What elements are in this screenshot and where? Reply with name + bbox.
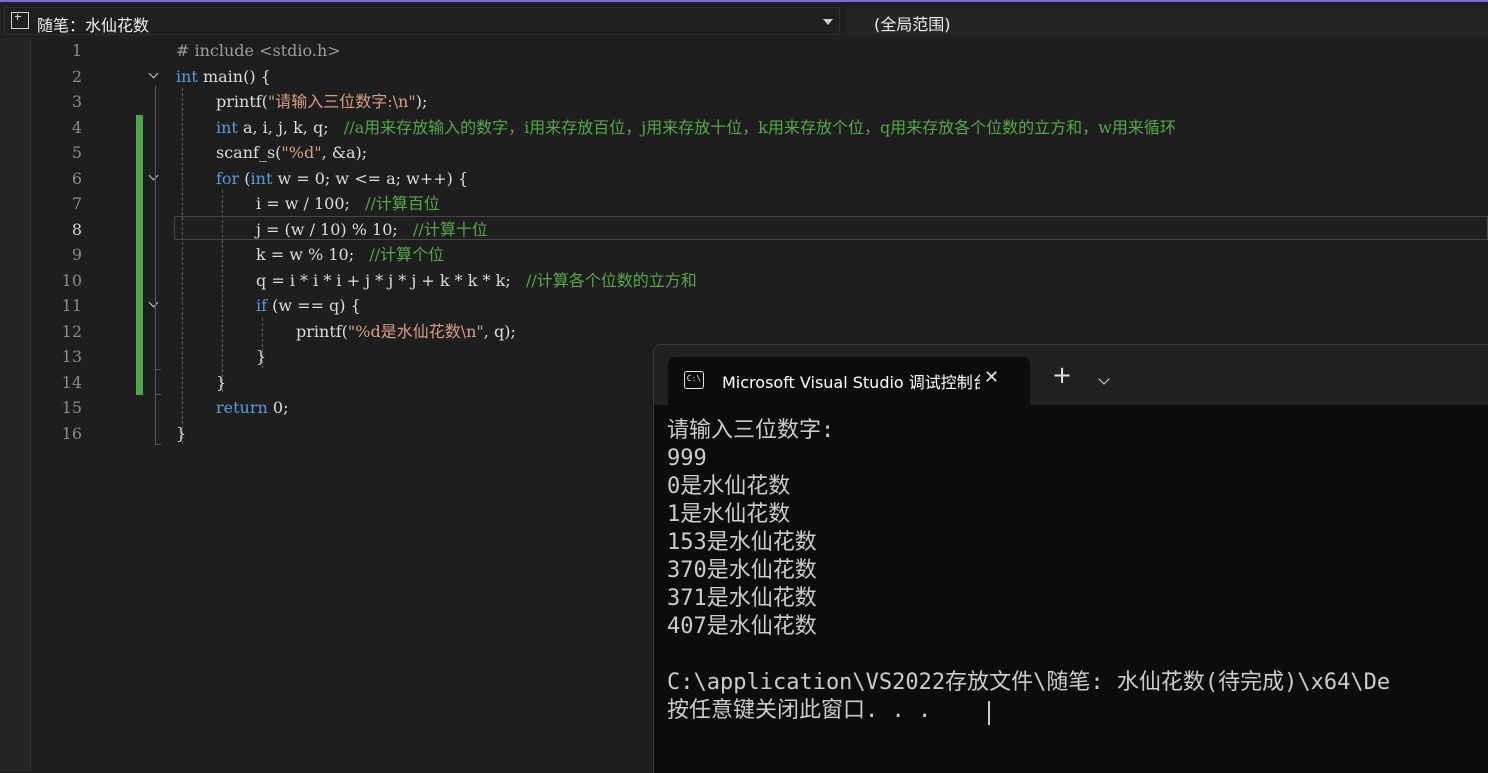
- text-cursor: [988, 701, 990, 725]
- code-text: w = 0; w <= a; w++) {: [272, 168, 469, 188]
- code-line-3[interactable]: printf("请输入三位数字:\n");: [216, 89, 427, 115]
- code-text: main() {: [197, 66, 271, 86]
- code-line-5[interactable]: scanf_s("%d", &a);: [216, 140, 367, 166]
- line-number: 11: [61, 296, 82, 315]
- string-literal: "%d": [281, 143, 322, 162]
- fold-region-end: [155, 369, 161, 370]
- code-text: printf(: [296, 321, 348, 341]
- tab-title: Microsoft Visual Studio 调试控制台: [722, 373, 980, 392]
- string-literal: "请输入三位数字:\n": [267, 92, 416, 111]
- line-number: 7: [71, 194, 82, 213]
- code-text: k = w % 10;: [256, 245, 370, 264]
- line-number: 12: [61, 321, 82, 341]
- line-number-current: 8: [71, 219, 82, 239]
- code-line-7[interactable]: i = w / 100; //计算百位: [256, 191, 440, 217]
- console-output-line: 153是水仙花数: [667, 530, 817, 555]
- code-line-13[interactable]: }: [256, 344, 266, 370]
- fold-region-end: [155, 394, 161, 395]
- code-line-16[interactable]: }: [176, 421, 186, 447]
- change-indicator-bar: [136, 115, 143, 395]
- line-number: 4: [71, 117, 82, 137]
- keyword: int: [216, 117, 238, 137]
- fold-toggle-icon[interactable]: [148, 299, 160, 311]
- console-output-line: 按任意键关闭此窗口. . .: [667, 698, 932, 723]
- chevron-down-icon[interactable]: [823, 19, 833, 25]
- line-number: 3: [71, 92, 82, 111]
- navigation-bar: 随笔：水仙花数 (全局范围): [0, 0, 1488, 38]
- line-number: 2: [71, 66, 82, 86]
- code-text: a, i, j, k, q;: [237, 117, 344, 137]
- code-text: 0;: [267, 398, 289, 417]
- string-literal: "%d是水仙花数\n": [347, 321, 484, 341]
- preprocessor-directive: # include <stdio.h>: [176, 41, 341, 60]
- line-number: 5: [71, 143, 82, 162]
- line-number: 13: [61, 347, 82, 366]
- code-text: printf(: [216, 92, 268, 111]
- comment: //计算各个位数的立方和: [525, 270, 697, 290]
- keyword: for: [216, 168, 240, 188]
- code-text: , q);: [483, 321, 516, 341]
- terminal-tab[interactable]: C:\ Microsoft Visual Studio 调试控制台 ✕: [668, 357, 1030, 405]
- code-line-15[interactable]: return 0;: [216, 395, 288, 421]
- console-output-line: 请输入三位数字:: [667, 418, 835, 443]
- code-text: q = i * i * i + j * j * j + k * k * k;: [256, 270, 526, 290]
- code-line-8[interactable]: j = (w / 10) % 10; //计算十位: [256, 217, 488, 243]
- comment: //计算百位: [365, 194, 440, 213]
- comment: //a用来存放输入的数字，i用来存放百位，j用来存放十位，k用来存放个位，q用来…: [343, 117, 1176, 137]
- line-number: 16: [61, 423, 82, 443]
- code-line-2[interactable]: int main() {: [176, 64, 271, 90]
- terminal-tab-bar: C:\ Microsoft Visual Studio 调试控制台 ✕ +: [654, 345, 1488, 405]
- editor-margin: [0, 38, 31, 772]
- code-text: scanf_s(: [216, 143, 282, 162]
- code-text: (w == q) {: [267, 296, 361, 315]
- code-text: j = (w / 10) % 10;: [256, 219, 414, 239]
- code-line-6[interactable]: for (int w = 0; w <= a; w++) {: [216, 166, 468, 192]
- code-line-11[interactable]: if (w == q) {: [256, 293, 361, 319]
- fold-region-line: [155, 86, 156, 445]
- code-line-1[interactable]: # include <stdio.h>: [176, 38, 341, 64]
- code-line-4[interactable]: int a, i, j, k, q; //a用来存放输入的数字，i用来存放百位，…: [216, 115, 1176, 141]
- file-scope-dropdown[interactable]: 随笔：水仙花数: [4, 7, 840, 35]
- scope-icon: [11, 12, 29, 29]
- code-text: i = w / 100;: [256, 194, 366, 213]
- console-output-line: 999: [667, 446, 707, 471]
- debug-console-window[interactable]: C:\ Microsoft Visual Studio 调试控制台 ✕ + 请输…: [653, 344, 1488, 773]
- line-number: 15: [61, 398, 82, 417]
- code-line-12[interactable]: printf("%d是水仙花数\n", q);: [296, 319, 516, 345]
- global-scope-label: (全局范围): [874, 15, 951, 34]
- comment: //计算十位: [413, 219, 488, 239]
- code-text: );: [415, 92, 428, 111]
- line-number: 6: [71, 168, 82, 188]
- line-number: 9: [71, 245, 82, 264]
- code-line-9[interactable]: k = w % 10; //计算个位: [256, 242, 444, 268]
- console-output-line: 407是水仙花数: [667, 614, 817, 639]
- console-output-line: C:\application\VS2022存放文件\随笔: 水仙花数(待完成)\…: [667, 670, 1391, 695]
- console-output-line: 1是水仙花数: [667, 502, 791, 527]
- console-output-line: 371是水仙花数: [667, 586, 817, 611]
- new-tab-button[interactable]: +: [1052, 363, 1072, 387]
- file-scope-label: 随笔：水仙花数: [37, 16, 150, 35]
- code-text: , &a);: [321, 143, 368, 162]
- line-number: 1: [71, 41, 82, 60]
- keyword: int: [250, 168, 273, 188]
- fold-toggle-icon[interactable]: [148, 70, 160, 82]
- keyword: return: [216, 398, 268, 417]
- console-output-line: 0是水仙花数: [667, 474, 791, 499]
- keyword: int: [176, 66, 198, 86]
- fold-region-end: [155, 444, 161, 445]
- line-number: 10: [61, 270, 82, 290]
- comment: //计算个位: [369, 245, 445, 264]
- global-scope-dropdown[interactable]: (全局范围): [846, 7, 1488, 35]
- code-text: (: [239, 168, 251, 188]
- console-output-line: 370是水仙花数: [667, 558, 817, 583]
- close-icon[interactable]: ✕: [984, 367, 999, 388]
- chevron-down-icon[interactable]: [1098, 373, 1110, 385]
- keyword: if: [256, 296, 268, 315]
- fold-toggle-icon[interactable]: [148, 172, 160, 184]
- line-number: 14: [61, 372, 82, 392]
- code-line-14[interactable]: }: [216, 370, 226, 396]
- terminal-icon: C:\: [684, 371, 704, 389]
- code-line-10[interactable]: q = i * i * i + j * j * j + k * k * k; /…: [256, 268, 697, 294]
- indent-guide: [182, 88, 183, 444]
